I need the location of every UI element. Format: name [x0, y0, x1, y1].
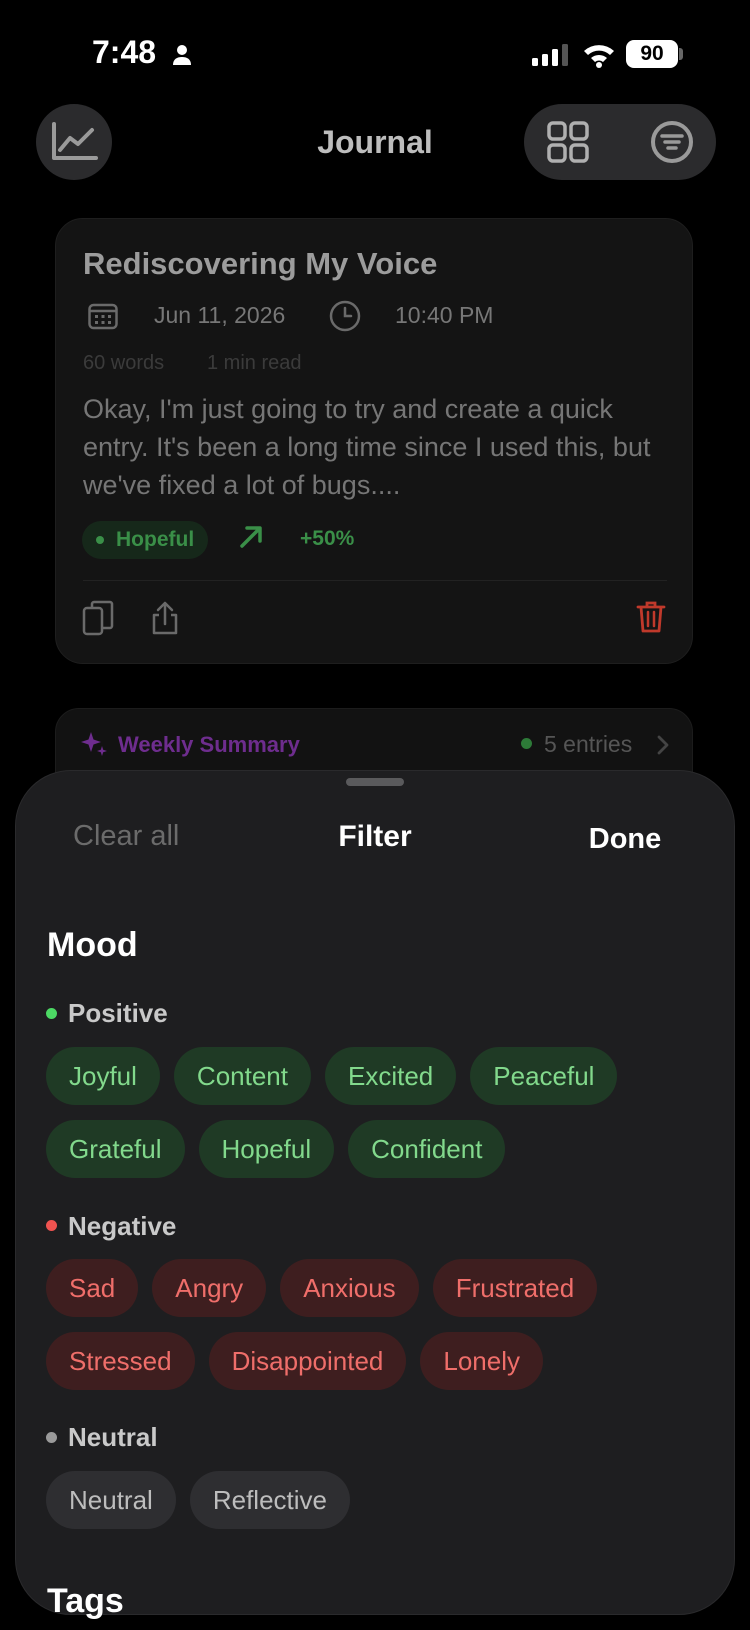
mood-chip-frustrated[interactable]: Frustrated	[432, 1259, 598, 1317]
entry-time: 10:40 PM	[395, 302, 494, 328]
positive-group-label: Positive	[68, 998, 168, 1028]
positive-dot	[46, 1008, 57, 1019]
neutral-dot	[46, 1432, 57, 1443]
trend-up-icon	[240, 526, 262, 548]
mood-section-heading: Mood	[47, 926, 138, 964]
mood-dot	[96, 536, 104, 544]
filter-icon	[651, 121, 693, 163]
neutral-chip-row: Neutral Reflective	[46, 1471, 350, 1529]
mood-chip-lonely[interactable]: Lonely	[420, 1332, 544, 1390]
negative-chip-row: Sad Angry Anxious Frustrated	[46, 1259, 598, 1317]
mood-chip-peaceful[interactable]: Peaceful	[470, 1047, 618, 1105]
battery-indicator: 90	[626, 40, 678, 68]
mood-chip-grateful[interactable]: Grateful	[46, 1120, 185, 1178]
summary-dot	[521, 738, 532, 749]
mood-chip-angry[interactable]: Angry	[152, 1259, 267, 1317]
mood-chip-reflective[interactable]: Reflective	[189, 1471, 350, 1529]
entry-preview: Okay, I'm just going to try and create a…	[83, 394, 651, 500]
summary-entry-count: 5 entries	[544, 731, 633, 757]
grid-icon	[547, 121, 589, 163]
mood-chip-hopeful[interactable]: Hopeful	[198, 1120, 335, 1178]
weekly-summary-title: Weekly Summary	[118, 732, 300, 757]
tags-section-heading: Tags	[47, 1582, 124, 1620]
entry-date: Jun 11, 2026	[154, 302, 286, 328]
mood-chip-stressed[interactable]: Stressed	[46, 1332, 195, 1390]
mood-chip-joyful[interactable]: Joyful	[46, 1047, 160, 1105]
status-time: 7:48	[92, 34, 157, 70]
filter-button[interactable]	[644, 116, 700, 168]
word-count: 60 words	[83, 352, 165, 374]
grid-view-button[interactable]	[540, 116, 596, 168]
battery-tip	[679, 48, 683, 60]
positive-chip-row: Grateful Hopeful Confident	[46, 1120, 506, 1178]
mood-chip-sad[interactable]: Sad	[46, 1259, 139, 1317]
mood-chip-neutral[interactable]: Neutral	[46, 1471, 176, 1529]
done-button[interactable]: Done	[560, 814, 690, 864]
positive-chip-row: Joyful Content Excited Peaceful	[46, 1047, 618, 1105]
mood-chip-content[interactable]: Content	[173, 1047, 311, 1105]
mood-chip-disappointed[interactable]: Disappointed	[208, 1332, 407, 1390]
negative-dot	[46, 1220, 57, 1231]
person-icon	[173, 45, 191, 65]
divider	[83, 580, 667, 581]
wifi-icon	[584, 45, 614, 68]
copy-icon[interactable]	[82, 600, 114, 636]
neutral-group-label: Neutral	[68, 1422, 158, 1452]
negative-group-label: Negative	[68, 1211, 177, 1241]
trash-icon[interactable]	[636, 600, 666, 634]
mood-chip-confident[interactable]: Confident	[348, 1120, 506, 1178]
negative-chip-row: Stressed Disappointed Lonely	[46, 1332, 544, 1390]
mood-trend-value: +50%	[300, 527, 355, 550]
mood-chip-anxious[interactable]: Anxious	[280, 1259, 419, 1317]
read-time: 1 min read	[207, 352, 302, 374]
entry-title: Rediscovering My Voice	[83, 246, 438, 281]
chevron-right-icon	[657, 735, 669, 755]
sparkle-icon	[81, 732, 107, 756]
clock-icon	[329, 300, 361, 332]
cellular-signal-icon	[532, 44, 568, 66]
mood-chip-excited[interactable]: Excited	[325, 1047, 457, 1105]
share-icon[interactable]	[150, 600, 180, 636]
sheet-grabber[interactable]	[346, 778, 404, 786]
calendar-icon	[88, 303, 118, 330]
